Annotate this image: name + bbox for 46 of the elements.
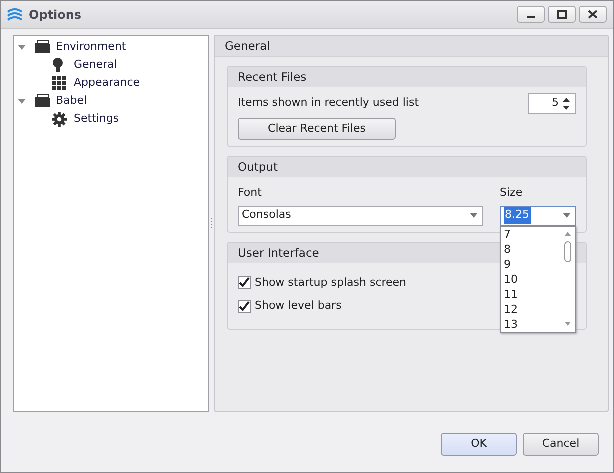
tree-item[interactable]: Environment (56, 38, 126, 56)
tree-item[interactable]: General (74, 56, 118, 74)
ok-button[interactable]: OK (441, 433, 517, 456)
close-button[interactable] (579, 6, 607, 23)
gear-icon (52, 112, 67, 126)
group-title: Output (238, 160, 278, 174)
checkbox-label: Show startup splash screen (255, 274, 407, 290)
close-icon (588, 10, 598, 19)
expand-arrow-icon[interactable] (18, 98, 26, 104)
window-title: Options (29, 6, 82, 24)
folder-icon (34, 94, 51, 108)
dropdown-option[interactable]: 8 (501, 242, 561, 256)
expand-arrow-icon[interactable] (18, 44, 26, 50)
checkbox[interactable] (238, 276, 251, 290)
field-label: Size (500, 185, 524, 201)
checkbox[interactable] (238, 300, 251, 313)
checkbox-label: Show level bars (255, 298, 342, 314)
dropdown-option[interactable]: 13 (501, 316, 561, 332)
size-dropdown[interactable]: 8.25 (500, 206, 576, 226)
dropdown-option[interactable]: 12 (501, 302, 561, 316)
tree-item[interactable]: Babel (56, 92, 88, 110)
caret-icon[interactable] (563, 213, 571, 218)
minimize-button[interactable] (517, 6, 545, 23)
caret-icon[interactable] (470, 213, 478, 218)
panel-title: General (225, 39, 270, 53)
tree-item[interactable]: Appearance (74, 74, 140, 92)
cancel-button[interactable]: Cancel (523, 433, 599, 456)
field-label: Items shown in recently used list (238, 95, 420, 112)
tree-item[interactable]: Settings (74, 110, 120, 128)
dropdown-option[interactable]: 7 (501, 226, 561, 242)
dropdown-option[interactable]: 10 (501, 272, 561, 286)
spin-arrows-icon[interactable] (562, 96, 571, 110)
maximize-icon (557, 10, 567, 19)
dropdown-option[interactable]: 9 (501, 256, 561, 272)
clear-recent-files-button[interactable]: Clear Recent Files (238, 118, 396, 140)
app-icon (7, 8, 23, 22)
field-label: Font (238, 185, 263, 201)
folder-icon (34, 40, 51, 54)
group-title: User Interface (238, 246, 320, 260)
maximize-button[interactable] (548, 6, 576, 23)
font-dropdown[interactable]: Consolas (238, 206, 483, 226)
grid-icon (52, 76, 67, 90)
dropdown-option[interactable]: 11 (501, 286, 561, 302)
group-title: Recent Files (238, 70, 307, 84)
number-spinner[interactable]: 5 (528, 93, 576, 114)
lightbulb-icon (52, 57, 64, 73)
